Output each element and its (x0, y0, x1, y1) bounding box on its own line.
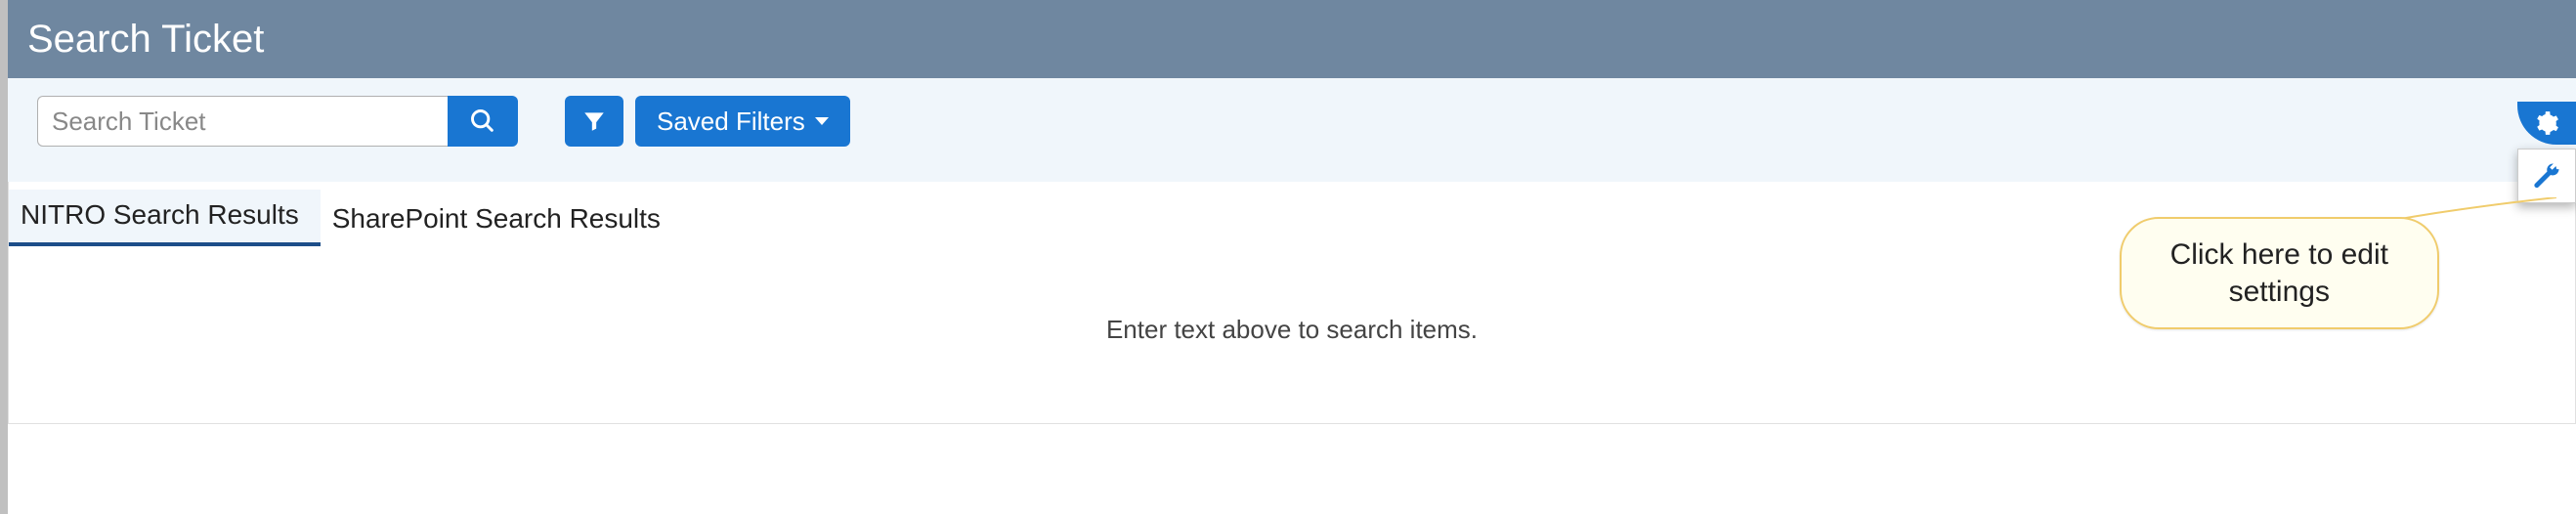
page-header: Search Ticket (8, 0, 2576, 78)
left-scroll-gutter (0, 0, 8, 514)
search-input[interactable] (37, 96, 448, 147)
filter-icon (581, 108, 607, 134)
search-button[interactable] (448, 96, 518, 147)
wrench-icon (2532, 161, 2561, 191)
tab-sharepoint-search-results[interactable]: SharePoint Search Results (321, 193, 682, 246)
gear-icon (2534, 110, 2559, 136)
toolbar: Saved Filters (8, 78, 2576, 182)
callout-line2: settings (2170, 274, 2388, 311)
search-group (37, 96, 518, 147)
filter-button[interactable] (565, 96, 623, 147)
saved-filters-dropdown[interactable]: Saved Filters (635, 96, 850, 147)
hint-callout: Click here to edit settings (2120, 217, 2439, 329)
caret-down-icon (815, 117, 829, 125)
saved-filters-label: Saved Filters (657, 107, 805, 137)
tab-label: SharePoint Search Results (332, 203, 661, 234)
callout-line1: Click here to edit (2170, 236, 2388, 274)
tab-nitro-search-results[interactable]: NITRO Search Results (9, 190, 321, 246)
page-title: Search Ticket (27, 18, 264, 62)
edit-settings-button[interactable] (2517, 149, 2576, 203)
search-icon (469, 107, 496, 135)
tab-label: NITRO Search Results (21, 199, 299, 230)
